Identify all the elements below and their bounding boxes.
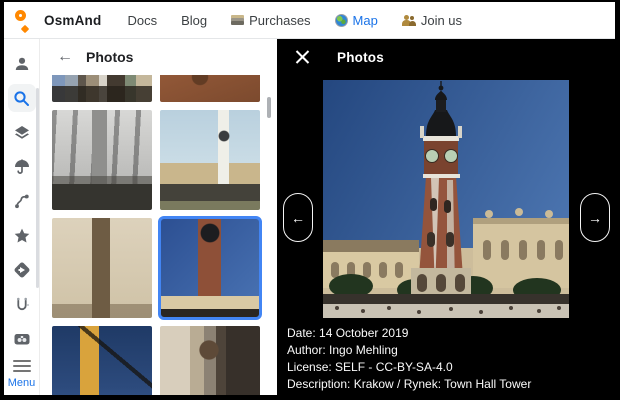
screen: OsmAnd Docs Blog Purchases Map Join us bbox=[4, 2, 615, 395]
rail-bottom: Menu bbox=[8, 360, 36, 395]
travel-icon[interactable] bbox=[8, 326, 36, 353]
photo-thumbnail[interactable] bbox=[52, 75, 152, 102]
photo-thumbnail[interactable] bbox=[160, 326, 260, 395]
photo-description: Description: Krakow / Rynek: Town Hall T… bbox=[287, 376, 531, 393]
photo-details: Date: 14 October 2019 Author: Ingo Mehli… bbox=[287, 325, 531, 393]
thumbnail-grid-viewport bbox=[40, 75, 277, 395]
layers-icon[interactable] bbox=[8, 119, 36, 146]
photo-thumbnail[interactable] bbox=[52, 110, 152, 210]
map-globe-icon bbox=[335, 14, 348, 27]
nav-link-blog[interactable]: Blog bbox=[181, 13, 207, 28]
photo-thumbnail[interactable] bbox=[52, 218, 152, 318]
app-window: OsmAnd Docs Blog Purchases Map Join us bbox=[0, 0, 620, 400]
weather-icon[interactable] bbox=[8, 153, 36, 180]
viewer-header: Photos bbox=[277, 39, 615, 65]
next-photo-button[interactable]: → bbox=[580, 193, 610, 242]
previous-photo-button[interactable]: ← bbox=[283, 193, 313, 242]
brand-name[interactable]: OsmAnd bbox=[44, 13, 101, 28]
navigation-icon[interactable] bbox=[8, 257, 36, 284]
photos-panel-scrollbar[interactable] bbox=[267, 97, 271, 118]
viewer-title: Photos bbox=[337, 50, 384, 65]
nav-link-purchases[interactable]: Purchases bbox=[231, 13, 310, 28]
join-us-people-icon bbox=[402, 15, 416, 26]
photo-thumbnail[interactable] bbox=[52, 326, 152, 395]
nav-link-join-us[interactable]: Join us bbox=[402, 13, 462, 28]
nav-link-docs[interactable]: Docs bbox=[127, 13, 157, 28]
photo-thumbnail[interactable] bbox=[160, 75, 260, 102]
photo-license: License: SELF - CC-BY-SA-4.0 bbox=[287, 359, 531, 376]
arrow-right-icon: → bbox=[588, 210, 602, 226]
main-photo bbox=[323, 80, 569, 318]
arrow-left-icon: ← bbox=[291, 210, 305, 226]
search-icon[interactable] bbox=[8, 84, 36, 111]
left-icon-rail: Menu bbox=[4, 39, 40, 395]
photo-thumbnail[interactable] bbox=[160, 110, 260, 210]
nav-link-map[interactable]: Map bbox=[335, 13, 378, 28]
close-icon[interactable] bbox=[295, 50, 310, 65]
menu-label[interactable]: Menu bbox=[8, 377, 36, 389]
rail-scrollbar[interactable] bbox=[36, 88, 39, 288]
account-icon[interactable] bbox=[8, 50, 36, 77]
back-arrow-icon[interactable]: ← bbox=[57, 48, 77, 66]
main-content: Menu ← Photos bbox=[4, 39, 615, 395]
photo-thumbnail-selected[interactable] bbox=[160, 218, 260, 318]
plan-route-icon[interactable] bbox=[8, 291, 36, 318]
osmand-logo-icon[interactable] bbox=[14, 10, 35, 31]
thumbnail-grid bbox=[40, 75, 277, 395]
photos-panel-title: Photos bbox=[86, 49, 133, 65]
favorites-icon[interactable] bbox=[8, 222, 36, 249]
top-nav: Docs Blog Purchases Map Join us bbox=[127, 13, 462, 28]
photos-list-panel: ← Photos bbox=[40, 39, 277, 395]
tracks-icon[interactable] bbox=[8, 188, 36, 215]
purchases-cards-icon bbox=[231, 15, 244, 25]
top-navigation-bar: OsmAnd Docs Blog Purchases Map Join us bbox=[4, 2, 615, 39]
menu-icon[interactable] bbox=[13, 360, 31, 372]
photos-panel-header: ← Photos bbox=[40, 39, 277, 75]
photo-viewer: Photos bbox=[277, 39, 615, 395]
photo-date: Date: 14 October 2019 bbox=[287, 325, 531, 342]
photo-author: Author: Ingo Mehling bbox=[287, 342, 531, 359]
